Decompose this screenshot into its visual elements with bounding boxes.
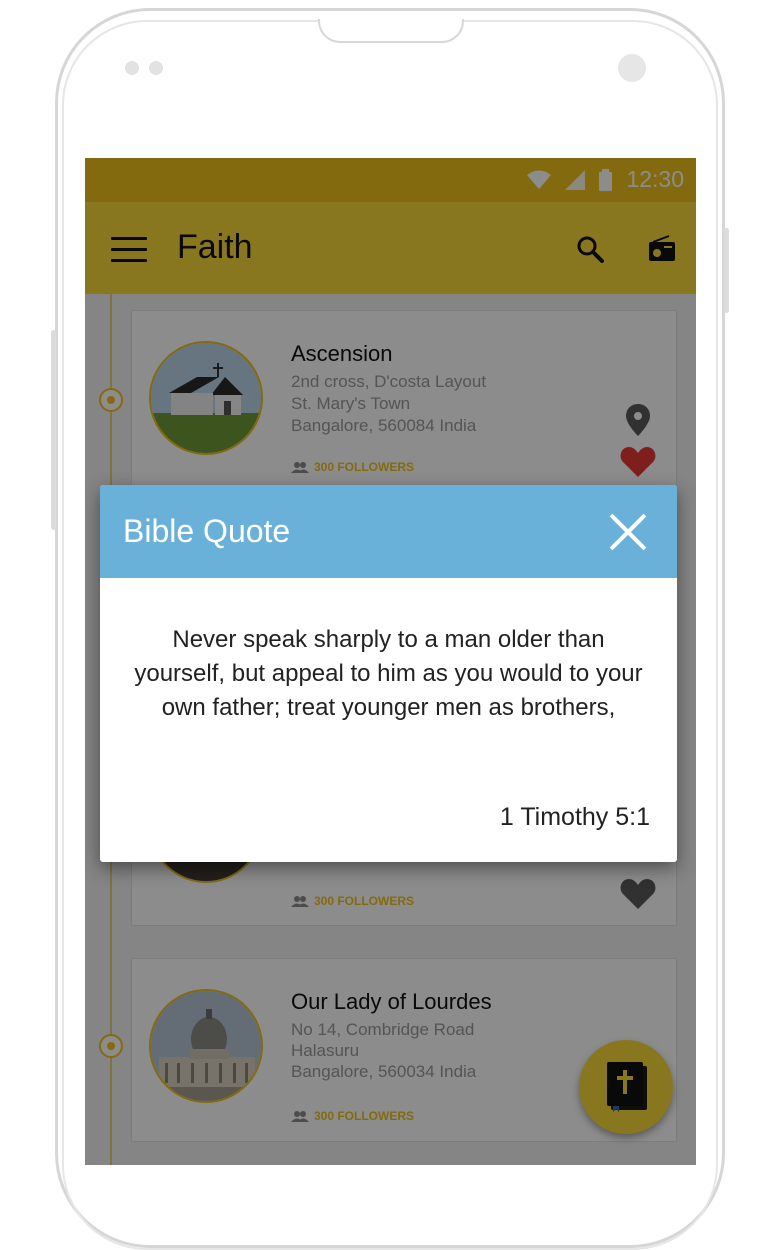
side-button bbox=[724, 228, 729, 313]
dialog-header: Bible Quote bbox=[100, 485, 677, 578]
dialog-title: Bible Quote bbox=[123, 513, 291, 549]
phone-notch bbox=[318, 19, 464, 43]
close-icon[interactable] bbox=[608, 512, 648, 552]
quote-reference: 1 Timothy 5:1 bbox=[499, 803, 650, 831]
speaker-dot bbox=[149, 61, 163, 75]
bible-quote-dialog: Bible Quote Never speak sharply to a man… bbox=[100, 485, 677, 862]
side-button bbox=[51, 330, 56, 530]
quote-text: Never speak sharply to a man older than … bbox=[134, 626, 643, 721]
front-camera bbox=[618, 54, 646, 82]
app-screen: 12:30 Faith Ascension 2nd cross, D'costa… bbox=[85, 158, 696, 1165]
speaker-dot bbox=[125, 61, 139, 75]
